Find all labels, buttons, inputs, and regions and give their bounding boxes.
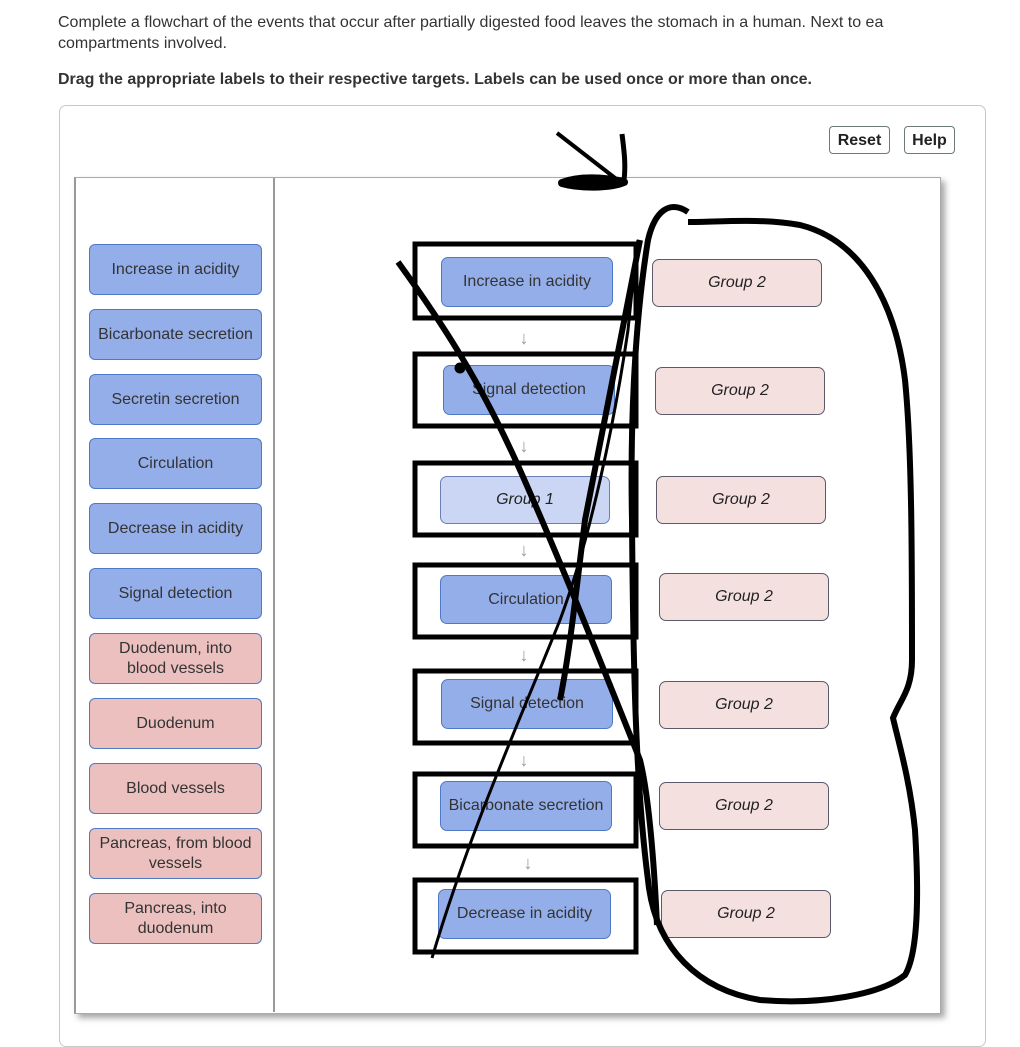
compartment-target-3[interactable]: Group 2 <box>656 476 826 524</box>
compartment-target-4[interactable]: Group 2 <box>659 573 829 621</box>
help-button[interactable]: Help <box>904 126 955 154</box>
question-text: Complete a flowchart of the events that … <box>58 12 1020 54</box>
down-arrow-icon: ↓ <box>519 436 529 456</box>
label-bank-divider <box>273 178 275 1012</box>
compartment-target-7[interactable]: Group 2 <box>661 890 831 938</box>
compartment-target-6[interactable]: Group 2 <box>659 782 829 830</box>
compartment-target-5[interactable]: Group 2 <box>659 681 829 729</box>
down-arrow-icon: ↓ <box>519 750 529 770</box>
down-arrow-icon: ↓ <box>519 645 529 665</box>
event-target-7[interactable]: Decrease in acidity <box>438 889 611 939</box>
label-duodenum-into-blood-vessels[interactable]: Duodenum, into blood vessels <box>89 633 262 684</box>
label-duodenum[interactable]: Duodenum <box>89 698 262 749</box>
event-target-4[interactable]: Circulation <box>440 575 612 624</box>
label-bicarbonate-secretion[interactable]: Bicarbonate secretion <box>89 309 262 360</box>
label-increase-in-acidity[interactable]: Increase in acidity <box>89 244 262 295</box>
label-signal-detection[interactable]: Signal detection <box>89 568 262 619</box>
question-line-2: compartments involved. <box>58 35 227 52</box>
event-target-3-group-1[interactable]: Group 1 <box>440 476 610 524</box>
label-secretin-secretion[interactable]: Secretin secretion <box>89 374 262 425</box>
event-target-5[interactable]: Signal detection <box>441 679 613 729</box>
down-arrow-icon: ↓ <box>519 540 529 560</box>
reset-button[interactable]: Reset <box>829 126 890 154</box>
compartment-target-2[interactable]: Group 2 <box>655 367 825 415</box>
label-circulation[interactable]: Circulation <box>89 438 262 489</box>
drag-instruction: Drag the appropriate labels to their res… <box>58 71 812 88</box>
label-blood-vessels[interactable]: Blood vessels <box>89 763 262 814</box>
down-arrow-icon: ↓ <box>519 328 529 348</box>
label-pancreas-from-blood-vessels[interactable]: Pancreas, from blood vessels <box>89 828 262 879</box>
event-target-6[interactable]: Bicarbonate secretion <box>440 781 612 831</box>
compartment-target-1[interactable]: Group 2 <box>652 259 822 307</box>
label-decrease-in-acidity[interactable]: Decrease in acidity <box>89 503 262 554</box>
event-target-2[interactable]: Signal detection <box>443 365 615 415</box>
question-line-1: Complete a flowchart of the events that … <box>58 14 884 31</box>
down-arrow-icon: ↓ <box>523 853 533 873</box>
event-target-1[interactable]: Increase in acidity <box>441 257 613 307</box>
label-pancreas-into-duodenum[interactable]: Pancreas, into duodenum <box>89 893 262 944</box>
